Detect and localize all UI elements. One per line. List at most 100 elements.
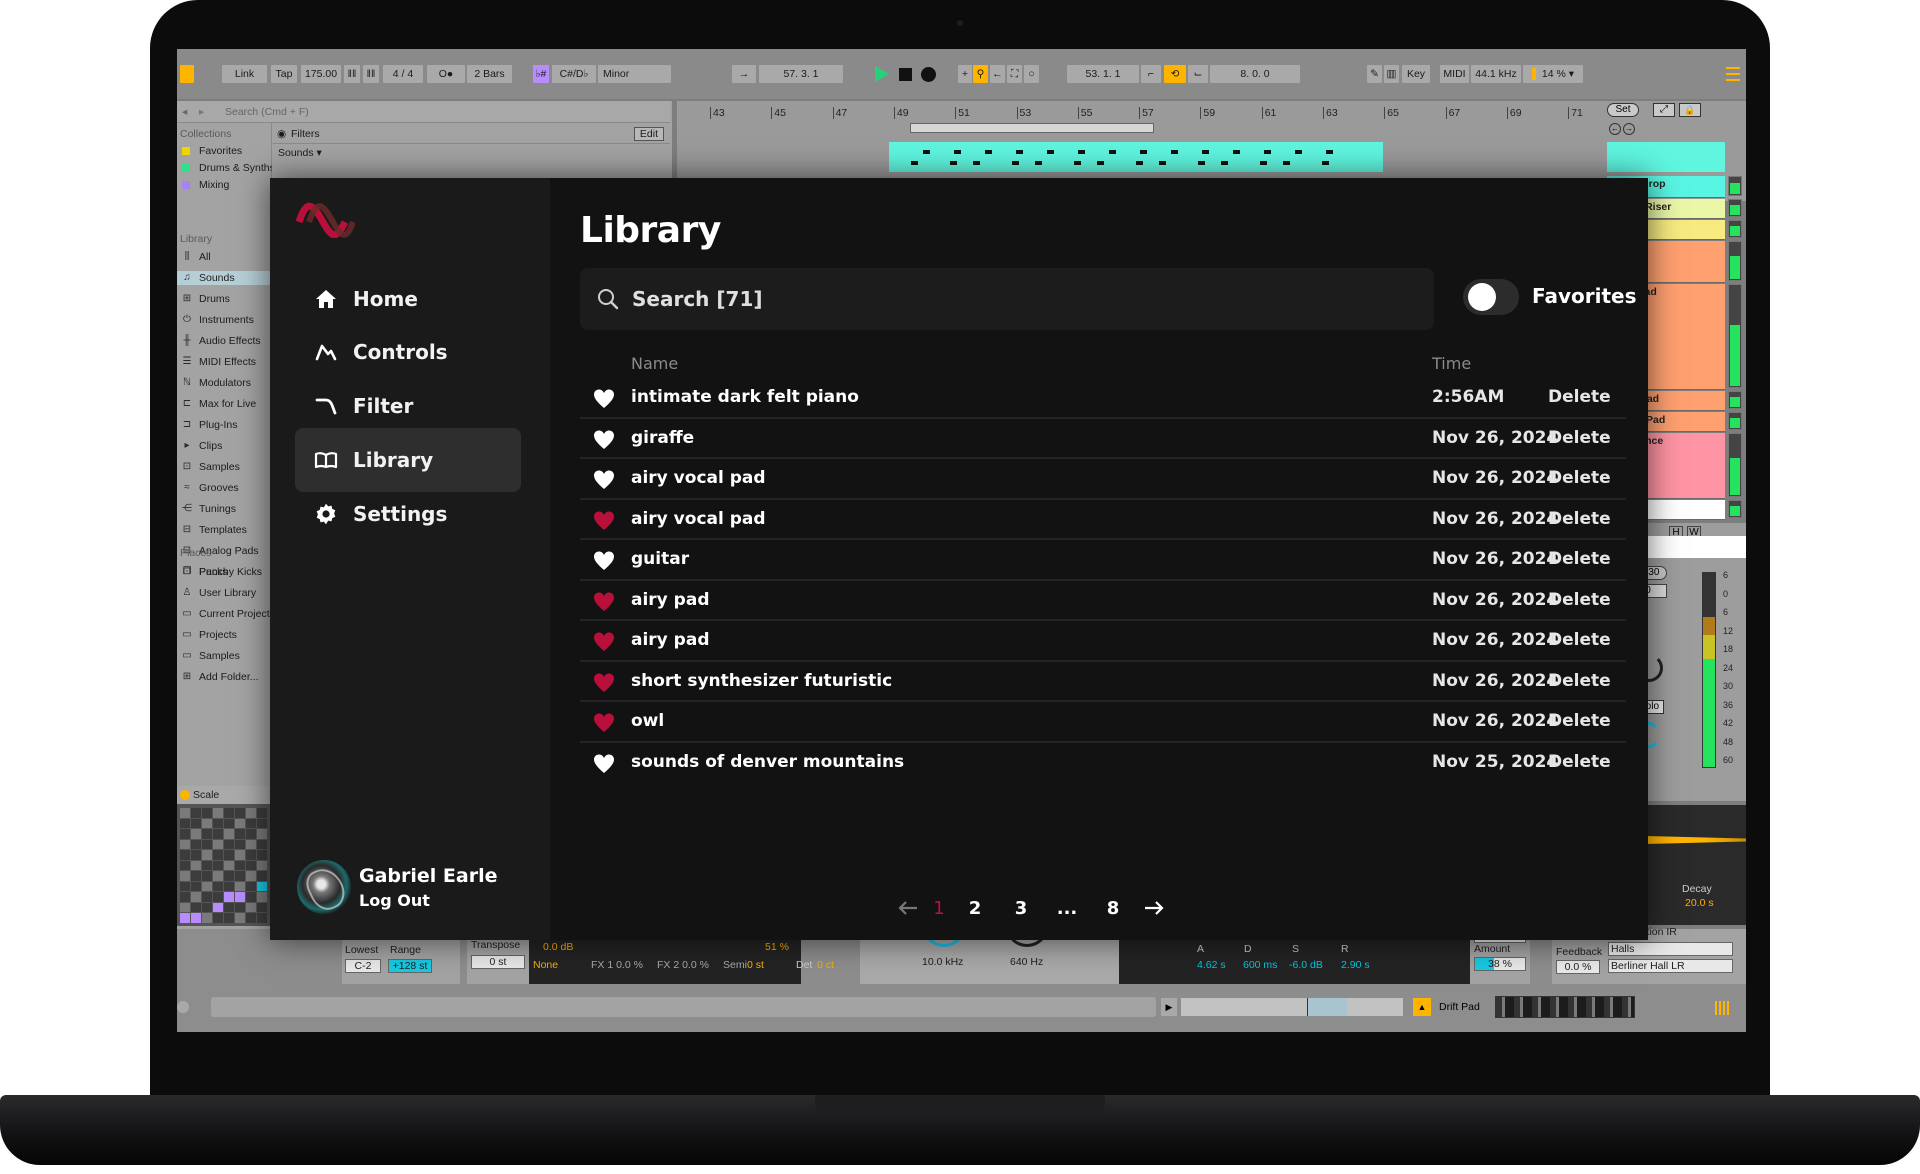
det-value[interactable]: 0 ct xyxy=(817,959,834,971)
scale-pad[interactable] xyxy=(180,818,190,828)
gain-value[interactable]: 0.0 dB xyxy=(543,941,573,953)
midi-note[interactable] xyxy=(954,150,961,154)
midi-note[interactable] xyxy=(1140,150,1147,154)
scale-pad[interactable] xyxy=(191,871,201,881)
key-root-menu[interactable]: C#/D♭ xyxy=(552,65,596,83)
ir-category[interactable]: Halls xyxy=(1608,942,1733,956)
back-icon[interactable]: ◂ xyxy=(182,101,187,123)
scale-pad[interactable] xyxy=(202,881,212,891)
sound-name[interactable]: owl xyxy=(631,711,664,731)
table-row[interactable]: intimate dark felt piano 2:56AM Delete xyxy=(580,378,1626,419)
midi-note[interactable] xyxy=(1233,150,1240,154)
scale-pad[interactable] xyxy=(191,881,201,891)
page-button[interactable]: 8 xyxy=(1090,898,1136,919)
heart-filled-icon[interactable] xyxy=(592,711,616,733)
scale-pad[interactable] xyxy=(202,818,212,828)
heart-filled-icon[interactable] xyxy=(592,509,616,531)
midi-note[interactable] xyxy=(973,161,980,165)
scale-pad[interactable] xyxy=(180,850,190,860)
scale-pad[interactable] xyxy=(257,913,267,923)
next-locator-icon[interactable]: → xyxy=(1623,123,1635,135)
scale-pad[interactable] xyxy=(235,902,245,912)
scale-pad[interactable] xyxy=(191,860,201,870)
play-preview-icon[interactable]: ▶ xyxy=(1161,998,1177,1016)
tap-button[interactable]: Tap xyxy=(271,65,297,83)
heart-icon[interactable] xyxy=(592,468,616,490)
automation-icon[interactable]: ⚲ xyxy=(973,65,988,83)
decay-value[interactable]: 20.0 s xyxy=(1685,897,1714,909)
scale-pad[interactable] xyxy=(202,860,212,870)
stop-icon[interactable] xyxy=(899,68,912,81)
delete-button[interactable]: Delete xyxy=(1548,630,1611,650)
scale-pad[interactable] xyxy=(213,871,223,881)
scale-pad[interactable] xyxy=(257,839,267,849)
nudge-down-icon[interactable]: ‖‖ xyxy=(344,65,360,83)
prev-locator-icon[interactable]: ← xyxy=(1609,123,1621,135)
logout-link[interactable]: Log Out xyxy=(359,891,497,910)
library-item[interactable]: ⊞ Drums xyxy=(177,292,272,306)
library-item[interactable]: ≈ Grooves xyxy=(177,481,272,495)
midi-note[interactable] xyxy=(1221,161,1228,165)
table-row[interactable]: airy pad Nov 26, 2024 Delete xyxy=(580,581,1626,621)
scale-pad[interactable] xyxy=(191,913,201,923)
midi-note[interactable] xyxy=(1074,161,1081,165)
heart-icon[interactable] xyxy=(592,428,616,450)
delete-button[interactable]: Delete xyxy=(1548,468,1611,488)
scale-pad[interactable] xyxy=(213,850,223,860)
scale-pad[interactable] xyxy=(180,808,190,818)
delete-button[interactable]: Delete xyxy=(1548,549,1611,569)
midi-note[interactable] xyxy=(1283,161,1290,165)
table-row[interactable]: airy pad Nov 26, 2024 Delete xyxy=(580,621,1626,662)
scale-pad[interactable] xyxy=(235,881,245,891)
link-button[interactable]: Link xyxy=(222,65,267,83)
sound-name[interactable]: airy pad xyxy=(631,590,710,610)
range-field[interactable]: +128 st xyxy=(388,959,432,973)
scale-pad[interactable] xyxy=(213,808,223,818)
scale-pad[interactable] xyxy=(246,892,256,902)
res-value[interactable]: 640 Hz xyxy=(1010,956,1043,968)
scale-pad[interactable] xyxy=(257,871,267,881)
column-header-name[interactable]: Name xyxy=(631,354,678,373)
scale-pad[interactable] xyxy=(257,818,267,828)
none-menu[interactable]: None xyxy=(533,959,558,971)
place-item[interactable]: ▭ Current Project xyxy=(177,607,272,621)
library-item[interactable]: ⊡ Samples xyxy=(177,460,272,474)
library-item[interactable]: ▸ Clips xyxy=(177,439,272,453)
scale-pad[interactable] xyxy=(202,839,212,849)
scale-pad[interactable] xyxy=(224,839,234,849)
play-icon[interactable] xyxy=(875,66,889,82)
avatar[interactable] xyxy=(297,860,351,914)
table-row[interactable]: airy vocal pad Nov 26, 2024 Delete xyxy=(580,459,1626,500)
capture-icon[interactable]: ⛶ xyxy=(1007,65,1022,83)
midi-note[interactable] xyxy=(1035,161,1042,165)
scale-pad[interactable] xyxy=(257,850,267,860)
midi-note[interactable] xyxy=(1159,161,1166,165)
sound-name[interactable]: airy vocal pad xyxy=(631,468,766,488)
draw-icon[interactable]: ⤢ xyxy=(1653,103,1675,117)
draw-mode-icon[interactable]: ✎ xyxy=(1367,65,1382,83)
scale-pad[interactable] xyxy=(191,850,201,860)
scale-pad[interactable] xyxy=(257,829,267,839)
scale-pad[interactable] xyxy=(246,913,256,923)
midi-note[interactable] xyxy=(1295,150,1302,154)
scale-pad[interactable] xyxy=(191,808,201,818)
scale-pad[interactable] xyxy=(235,839,245,849)
page-button[interactable]: 3 xyxy=(998,898,1044,919)
heart-filled-icon[interactable] xyxy=(592,630,616,652)
midi-note[interactable] xyxy=(1016,150,1023,154)
scale-pad[interactable] xyxy=(246,860,256,870)
favorites-toggle[interactable] xyxy=(1463,279,1519,315)
sound-name[interactable]: giraffe xyxy=(631,428,694,448)
attack-time[interactable]: 4.62 s xyxy=(1197,959,1226,971)
collection-item[interactable]: Drums & Synths xyxy=(177,161,272,175)
scale-pad[interactable] xyxy=(191,829,201,839)
table-row[interactable]: giraffe Nov 26, 2024 Delete xyxy=(580,419,1626,459)
info-icon[interactable] xyxy=(177,1001,189,1013)
scale-pad[interactable] xyxy=(257,892,267,902)
metronome-button[interactable]: O● xyxy=(427,65,465,83)
table-row[interactable]: guitar Nov 26, 2024 Delete xyxy=(580,540,1626,581)
scale-pad[interactable] xyxy=(224,871,234,881)
place-item[interactable]: ⊞ Add Folder... xyxy=(177,670,272,684)
scale-pad[interactable] xyxy=(224,829,234,839)
menu-icon[interactable] xyxy=(1726,67,1740,81)
